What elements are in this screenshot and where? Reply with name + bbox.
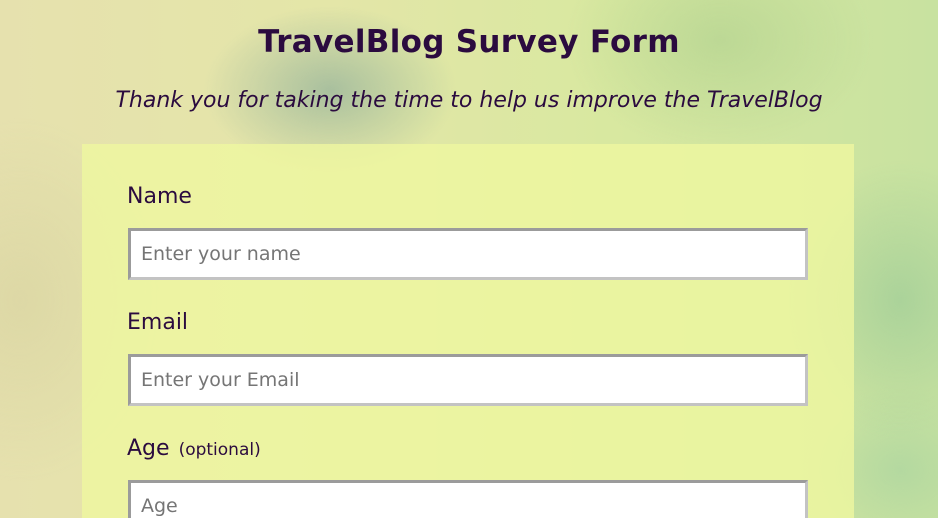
- age-label: Age (optional): [127, 436, 261, 461]
- page-title: TravelBlog Survey Form: [258, 24, 680, 60]
- email-label: Email: [127, 310, 188, 335]
- age-input[interactable]: [128, 480, 808, 518]
- page-description: Thank you for taking the time to help us…: [115, 88, 823, 113]
- email-input[interactable]: [128, 354, 808, 406]
- optional-note: (optional): [178, 440, 261, 460]
- name-input[interactable]: [128, 228, 808, 280]
- survey-form: Name Email Age (optional): [82, 144, 854, 518]
- age-label-text: Age: [127, 436, 170, 461]
- name-label-text: Name: [127, 184, 192, 209]
- name-label: Name: [127, 184, 192, 209]
- email-label-text: Email: [127, 310, 189, 335]
